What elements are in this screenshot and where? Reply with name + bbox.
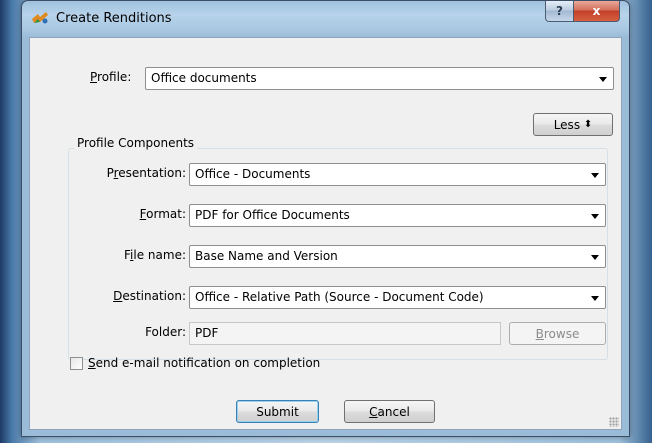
- presentation-select[interactable]: Office - Documents: [189, 163, 606, 186]
- create-renditions-dialog: Create Renditions ? x Profile: Office do…: [21, 0, 630, 437]
- close-icon: x: [592, 4, 601, 18]
- help-icon: ?: [556, 4, 563, 18]
- title-bar[interactable]: Create Renditions ? x: [22, 1, 629, 37]
- profile-label: Profile:: [90, 70, 132, 84]
- less-button[interactable]: Less ⬍: [533, 113, 613, 136]
- resize-grip-icon[interactable]: [609, 417, 619, 427]
- dialog-body: Profile: Office documents Less ⬍ Profile…: [29, 37, 622, 430]
- cancel-button[interactable]: Cancel: [344, 400, 435, 423]
- less-button-label: Less: [553, 117, 581, 132]
- file-name-select[interactable]: Base Name and Version: [189, 245, 606, 268]
- file-name-label: File name:: [124, 248, 186, 262]
- folder-field[interactable]: PDF: [189, 322, 501, 345]
- submit-button[interactable]: Submit: [236, 400, 319, 423]
- chevron-down-icon: [599, 77, 607, 82]
- presentation-label: Presentation:: [106, 166, 186, 180]
- profile-components-title: Profile Components: [74, 136, 198, 150]
- profile-select-value: Office documents: [151, 71, 257, 85]
- window-title: Create Renditions: [56, 11, 172, 26]
- format-select[interactable]: PDF for Office Documents: [189, 204, 606, 227]
- presentation-select-value: Office - Documents: [195, 167, 311, 181]
- close-button[interactable]: x: [573, 1, 620, 22]
- file-name-select-value: Base Name and Version: [195, 249, 338, 263]
- chevron-down-icon: [591, 255, 599, 260]
- folder-label: Folder:: [145, 325, 186, 339]
- email-notification-checkbox[interactable]: [70, 357, 83, 370]
- help-button[interactable]: ?: [545, 1, 574, 22]
- destination-select[interactable]: Office - Relative Path (Source - Documen…: [189, 286, 606, 309]
- destination-select-value: Office - Relative Path (Source - Documen…: [195, 290, 484, 304]
- submit-button-label: Submit: [256, 404, 299, 419]
- format-select-value: PDF for Office Documents: [195, 208, 350, 222]
- chevron-down-icon: [591, 173, 599, 178]
- email-notification-label: Send e-mail notification on completion: [88, 356, 321, 370]
- browse-button[interactable]: Browse: [509, 322, 606, 345]
- renditions-app-icon: [32, 12, 48, 24]
- folder-field-value: PDF: [195, 326, 219, 340]
- chevron-down-icon: [591, 296, 599, 301]
- destination-label: Destination:: [113, 289, 186, 303]
- format-label: Format:: [139, 207, 186, 221]
- chevron-down-icon: [591, 214, 599, 219]
- profile-select[interactable]: Office documents: [145, 67, 614, 90]
- collapse-arrows-icon: ⬍: [583, 119, 593, 130]
